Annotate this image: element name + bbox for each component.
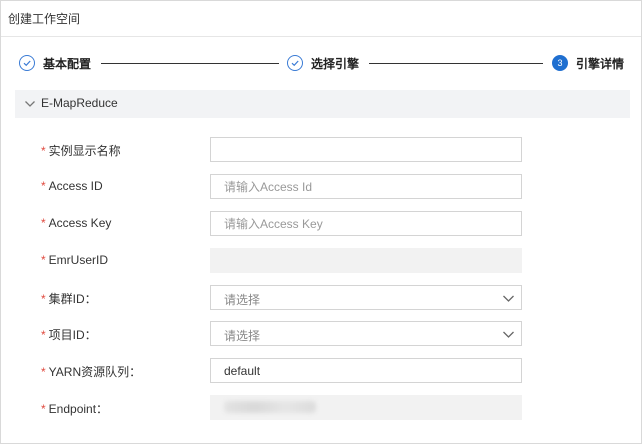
field-label: * 实例显示名称 [41, 144, 121, 158]
create-workspace-dialog: 创建工作空间 基本配置 选择引擎 3 引擎详情 E-MapReduce *实例 [0, 0, 642, 444]
form-row-cluster-id: * 集群ID： 请选择 [1, 285, 641, 311]
step-number-badge: 3 [552, 55, 568, 71]
step-connector [369, 63, 543, 64]
form-row-project-id: * 项目ID： 请选择 [1, 321, 641, 347]
step-basic-config: 基本配置 [19, 53, 91, 73]
form-row-instance-name: * 实例显示名称 [1, 137, 641, 163]
form-row-endpoint: * Endpoint： [1, 395, 641, 421]
endpoint-field [210, 395, 522, 420]
section-header-emr[interactable]: E-MapReduce [15, 90, 630, 118]
access-id-input[interactable] [210, 174, 522, 199]
instance-name-input[interactable] [210, 137, 522, 162]
access-key-input[interactable] [210, 211, 522, 236]
dialog-header: 创建工作空间 [1, 1, 641, 37]
step-engine-details: 3 引擎详情 [552, 53, 624, 73]
section-title: E-MapReduce [41, 96, 118, 110]
field-label: * 集群ID： [41, 292, 97, 306]
field-label: * YARN资源队列： [41, 365, 142, 379]
step-connector [101, 63, 279, 64]
step-select-engine: 选择引擎 [287, 53, 359, 73]
chevron-down-icon [25, 101, 35, 107]
step-label: 引擎详情 [576, 56, 625, 71]
emr-user-id-field [210, 248, 522, 273]
redacted-value [224, 401, 316, 413]
chevron-down-icon [503, 331, 514, 338]
field-label: * Endpoint： [41, 402, 109, 416]
steps-bar: 基本配置 选择引擎 3 引擎详情 [1, 45, 641, 81]
form-row-emr-user-id: * EmrUserID [1, 248, 641, 274]
field-label: * 项目ID： [41, 328, 97, 342]
check-icon [287, 55, 303, 71]
chevron-down-icon [503, 295, 514, 302]
field-label: * EmrUserID [41, 253, 109, 267]
form-row-access-key: * Access Key [1, 211, 641, 237]
dialog-title: 创建工作空间 [8, 12, 81, 26]
cluster-id-select[interactable]: 请选择 [210, 285, 522, 310]
field-label: * Access ID [41, 179, 103, 193]
step-label: 选择引擎 [311, 56, 360, 71]
select-value: 请选择 [224, 293, 261, 307]
form-row-yarn-queue: * YARN资源队列： [1, 358, 641, 384]
yarn-queue-input[interactable] [210, 358, 522, 383]
field-label: * Access Key [41, 216, 112, 230]
check-icon [19, 55, 35, 71]
select-value: 请选择 [224, 329, 261, 343]
project-id-select[interactable]: 请选择 [210, 321, 522, 346]
form-row-access-id: * Access ID [1, 174, 641, 200]
step-label: 基本配置 [43, 56, 92, 71]
